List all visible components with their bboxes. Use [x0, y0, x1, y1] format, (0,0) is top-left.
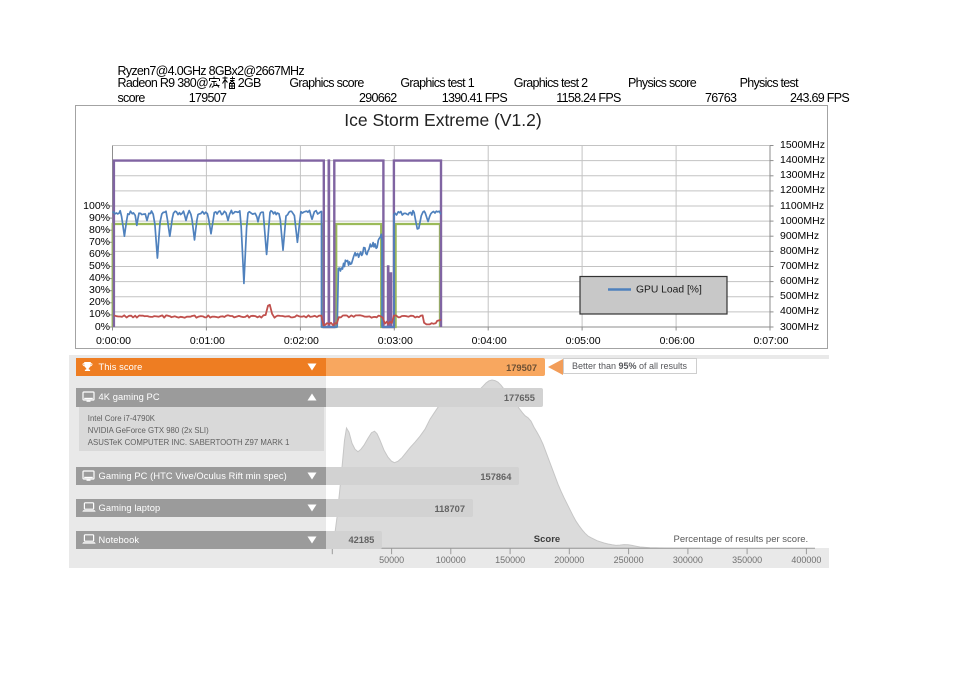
- svg-text:GPU Load [%]: GPU Load [%]: [636, 284, 702, 295]
